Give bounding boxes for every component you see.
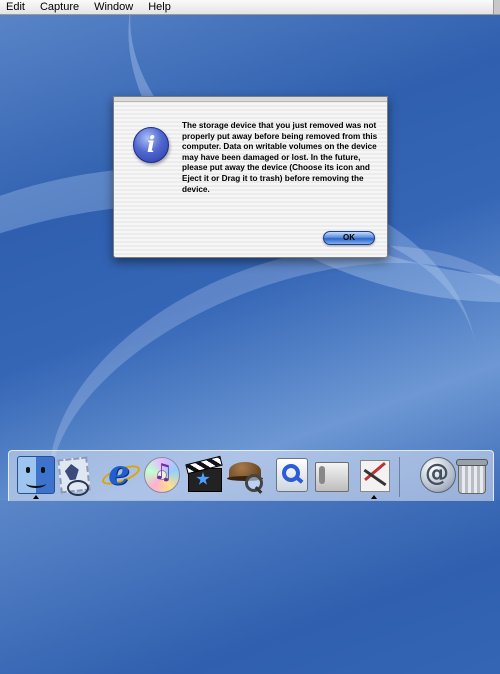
info-icon: i [133,127,169,163]
imovie-icon[interactable] [185,455,223,492]
running-indicator [33,495,39,499]
quicktime-icon[interactable] [273,456,309,492]
alert-dialog: i The storage device that you just remov… [113,96,388,258]
mail-at-icon[interactable]: @ [419,456,456,493]
ok-button[interactable]: OK [323,231,375,245]
grab-utility-icon[interactable] [356,456,392,492]
menu-bar-right-edge [493,0,500,14]
trash-icon[interactable] [453,456,489,494]
sherlock-icon[interactable] [227,456,263,494]
mail-stamp-icon[interactable] [55,456,91,496]
dialog-top-edge [114,97,387,102]
dock: e ♫ @ [8,450,494,501]
menu-window[interactable]: Window [88,0,142,14]
running-indicator [371,495,377,499]
menu-capture[interactable]: Capture [34,0,88,14]
internet-explorer-icon[interactable]: e [99,456,143,492]
system-preferences-icon[interactable] [313,456,349,492]
itunes-icon[interactable]: ♫ [143,456,180,493]
menu-bar: Edit Capture Window Help [0,0,500,15]
menu-help[interactable]: Help [142,0,180,14]
finder-icon[interactable] [17,456,55,494]
menu-edit[interactable]: Edit [6,0,34,14]
alert-message: The storage device that you just removed… [182,121,378,194]
dock-divider [399,457,400,497]
